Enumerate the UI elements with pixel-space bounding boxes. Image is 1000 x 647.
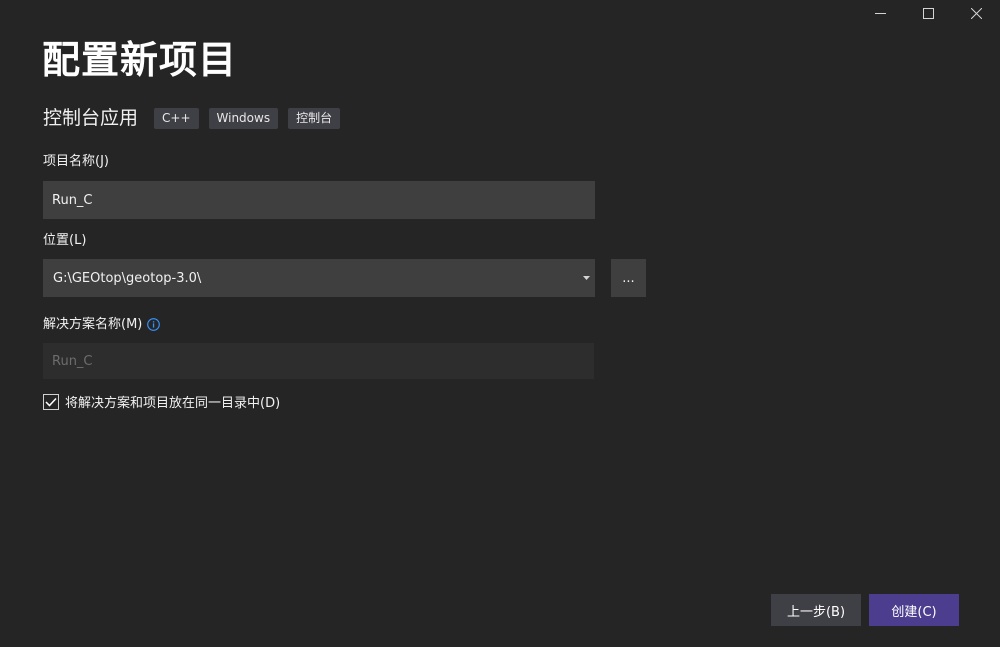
page-title: 配置新项目: [42, 38, 238, 82]
tag-language: C++: [154, 107, 199, 129]
minimize-icon: [874, 12, 886, 14]
info-icon[interactable]: [147, 318, 160, 331]
location-label: 位置(L): [43, 233, 87, 248]
solution-name-label: 解决方案名称(M): [43, 317, 143, 332]
location-combobox[interactable]: G:\GEOtop\geotop-3.0\: [43, 259, 595, 297]
maximize-icon: [922, 7, 934, 19]
location-value: G:\GEOtop\geotop-3.0\: [53, 270, 202, 286]
minimize-button[interactable]: [856, 0, 904, 26]
create-button[interactable]: 创建(C): [869, 594, 959, 626]
same-directory-label: 将解决方案和项目放在同一目录中(D): [65, 396, 281, 411]
solution-name-input: [43, 343, 594, 379]
project-name-input[interactable]: [43, 181, 595, 219]
same-directory-checkbox[interactable]: [43, 393, 59, 410]
browse-button[interactable]: ...: [611, 259, 646, 297]
same-directory-option[interactable]: 将解决方案和项目放在同一目录中(D): [43, 392, 280, 411]
window-controls: [856, 0, 1000, 26]
project-name-label: 项目名称(J): [43, 154, 109, 169]
tag-platform: Windows: [208, 107, 279, 129]
template-info: 控制台应用 C++ Windows 控制台: [43, 106, 350, 130]
template-name: 控制台应用: [43, 107, 139, 129]
maximize-button[interactable]: [904, 0, 952, 26]
tag-project-type: 控制台: [288, 107, 341, 129]
dropdown-arrow-icon[interactable]: [577, 276, 595, 280]
close-icon: [970, 7, 982, 19]
close-button[interactable]: [952, 0, 1000, 26]
checkmark-icon: [45, 397, 57, 407]
back-button[interactable]: 上一步(B): [771, 594, 861, 626]
